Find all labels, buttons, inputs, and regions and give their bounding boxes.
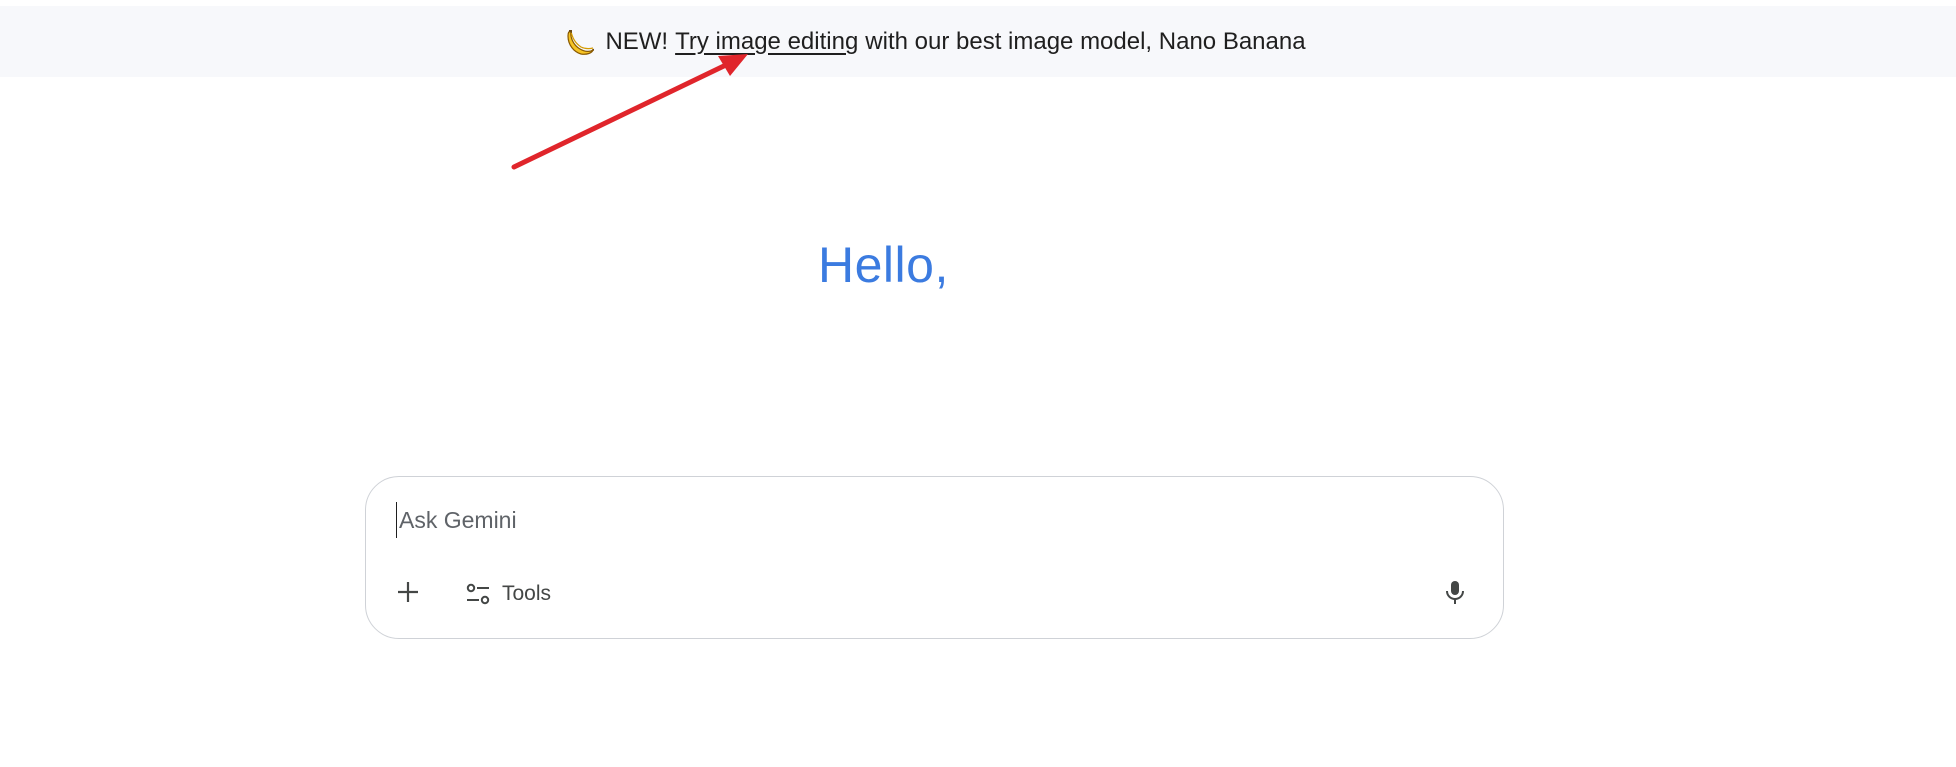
prompt-box: Tools — [365, 476, 1504, 639]
banner-new-label: NEW! — [605, 27, 669, 55]
plus-icon — [395, 579, 421, 610]
tools-label: Tools — [502, 582, 552, 605]
annotation-arrow — [511, 54, 748, 170]
ask-gemini-input[interactable] — [396, 502, 1459, 538]
gemini-page: NEW! Try image editing with our best ima… — [0, 0, 1956, 767]
add-button[interactable] — [390, 576, 426, 612]
promo-banner-content: NEW! Try image editing with our best ima… — [565, 27, 1306, 57]
banner-rest-text: with our best image model, Nano Banana — [865, 27, 1306, 55]
tools-sliders-icon — [465, 581, 491, 607]
tools-button[interactable]: Tools — [465, 575, 551, 613]
banana-emoji-icon — [565, 27, 595, 57]
microphone-button[interactable] — [1435, 574, 1475, 614]
microphone-icon — [1443, 579, 1467, 610]
promo-banner: NEW! Try image editing with our best ima… — [0, 6, 1956, 77]
try-image-editing-link[interactable]: Try image editing — [675, 28, 858, 56]
greeting-title: Hello, — [818, 237, 949, 293]
